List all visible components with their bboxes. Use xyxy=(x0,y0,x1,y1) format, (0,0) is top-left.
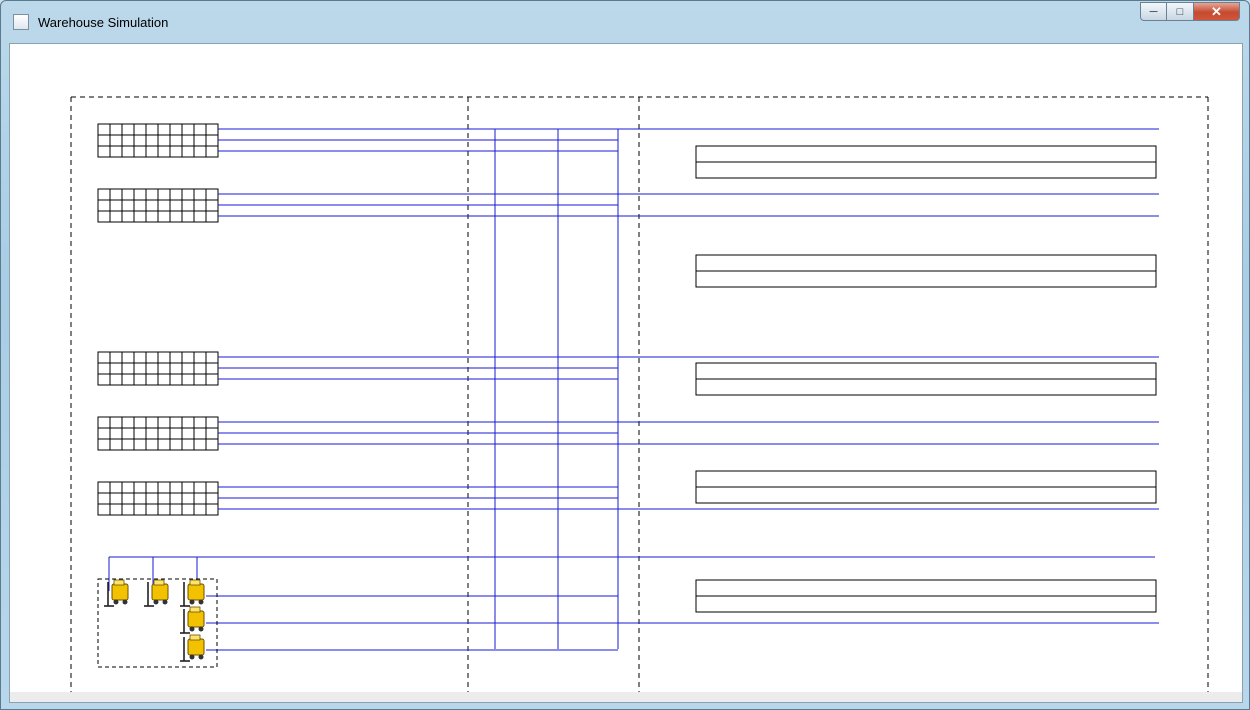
window-title: Warehouse Simulation xyxy=(38,15,169,30)
app-window: Warehouse Simulation ─ □ ✕ xyxy=(0,0,1250,710)
minimize-button[interactable]: ─ xyxy=(1140,2,1167,21)
forklift-icon[interactable] xyxy=(144,579,169,607)
forklift-icon[interactable] xyxy=(180,579,205,607)
title-bar[interactable]: Warehouse Simulation ─ □ ✕ xyxy=(1,1,1249,43)
forklift-icon[interactable] xyxy=(180,606,205,634)
simulation-canvas xyxy=(70,96,1209,694)
maximize-button[interactable]: □ xyxy=(1167,2,1194,21)
simulation-canvas-area xyxy=(9,43,1243,703)
caption-buttons: ─ □ ✕ xyxy=(1140,2,1240,22)
forklift-icon[interactable] xyxy=(180,634,205,662)
close-button[interactable]: ✕ xyxy=(1194,2,1240,21)
status-strip xyxy=(10,692,1242,702)
close-icon: ✕ xyxy=(1211,3,1222,19)
forklift-icon[interactable] xyxy=(104,579,129,607)
maximize-icon: □ xyxy=(1176,5,1184,18)
java-app-icon xyxy=(13,14,29,30)
minimize-icon: ─ xyxy=(1149,5,1158,18)
